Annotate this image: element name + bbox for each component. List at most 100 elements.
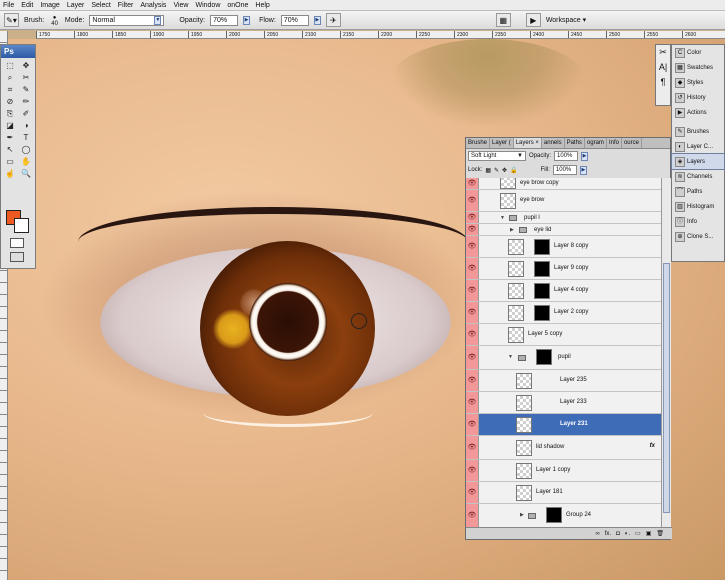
collapse-triangle-icon[interactable]: ▶ [510,224,514,236]
panel-tab[interactable]: Layers × [513,138,542,148]
tool-icon[interactable]: T [18,132,34,144]
visibility-eye-icon[interactable]: 👁 [466,280,479,301]
add-style-icon[interactable]: fx. [605,531,611,537]
tool-icon[interactable]: ▭ [2,156,18,168]
visibility-eye-icon[interactable]: 👁 [466,302,479,323]
brush-tool-preset-icon[interactable]: ✎▾ [4,13,19,27]
tools-icon[interactable]: ✂ [656,45,670,60]
panel-button-channels[interactable]: ≋ Channels [672,169,724,184]
tool-icon[interactable]: ⊘ [2,96,18,108]
file-browser-icon[interactable]: ▦ [495,13,511,27]
opacity-arrow-icon[interactable]: ▶ [243,15,251,25]
tool-icon[interactable]: ◑ [18,120,34,132]
panel-tab[interactable]: Layer ( [490,138,514,148]
mode-select[interactable]: Normal ▼ [89,14,165,26]
workspace-button[interactable]: Workspace ▾ [546,16,586,24]
menu-item-view[interactable]: View [173,0,188,11]
add-mask-icon[interactable]: ◘ [616,531,620,537]
link-layers-icon[interactable]: ∞ [595,531,599,537]
layer-opacity-input[interactable]: 100% [554,151,579,161]
menu-item-select[interactable]: Select [91,0,110,11]
lock-all-icon[interactable]: 🔒 [510,167,517,174]
visibility-eye-icon[interactable]: 👁 [466,482,479,503]
scrollbar-thumb[interactable] [663,263,670,513]
visibility-eye-icon[interactable]: 👁 [466,436,479,459]
brush-size-picker[interactable]: ● 40 [49,15,60,27]
group-row[interactable]: 👁 ▶ eye lid [466,224,661,236]
layer-effects-icon[interactable]: fx [650,436,655,457]
blend-mode-select[interactable]: Soft Light ▼ [468,151,526,161]
panel-tab[interactable]: Info [607,138,622,148]
tool-icon[interactable]: ✎ [18,84,34,96]
flow-input[interactable]: 70% [280,14,309,26]
layer-row[interactable]: 👁 Layer 235 [466,370,661,392]
visibility-eye-icon[interactable]: 👁 [466,460,479,481]
expand-triangle-icon[interactable]: ▼ [508,346,513,369]
panel-tab[interactable]: ource [622,138,642,148]
layer-opacity-arrow-icon[interactable]: ▶ [581,151,589,161]
menu-item-help[interactable]: Help [255,0,269,11]
layer-mask-thumbnail[interactable] [534,239,550,255]
group-row[interactable]: 👁 ▼ pupil [466,346,661,370]
group-mask-thumbnail[interactable] [546,507,562,523]
background-color-swatch[interactable] [14,218,29,233]
group-row[interactable]: 👁 ▼ pupil l [466,212,661,224]
visibility-eye-icon[interactable]: 👁 [466,346,479,369]
tool-icon[interactable]: ✒ [2,132,18,144]
visibility-eye-icon[interactable]: 👁 [466,504,479,527]
panel-button-styles[interactable]: ◆ Styles [672,75,724,90]
visibility-eye-icon[interactable]: 👁 [466,370,479,391]
character-icon[interactable]: A| [656,60,670,75]
adjustment-layer-icon[interactable]: ◐. [625,531,630,537]
layer-row[interactable]: 👁 eye brow copy [466,178,661,190]
bridge-icon[interactable]: ▶ [525,13,541,27]
menu-item-analysis[interactable]: Analysis [140,0,166,11]
tool-icon[interactable]: ◪ [2,120,18,132]
tool-icon[interactable]: ✂ [18,72,34,84]
panel-button-actions[interactable]: ▶ Actions [672,105,724,120]
lock-pixels-icon[interactable]: ✎ [494,167,499,174]
tool-icon[interactable]: ✥ [18,60,34,72]
layer-row[interactable]: 👁 Layer 1 copy [466,460,661,482]
layer-mask-thumbnail[interactable] [534,261,550,277]
layer-row[interactable]: 👁 Layer 233 [466,392,661,414]
layers-scrollbar[interactable] [661,178,671,528]
visibility-eye-icon[interactable]: 👁 [466,190,479,211]
tool-icon[interactable]: ⎘ [2,108,18,120]
menu-item-onone[interactable]: onOne [227,0,248,11]
panel-button-color[interactable]: C Color [672,45,724,60]
panel-button-history[interactable]: ↺ History [672,90,724,105]
panel-button-histogram[interactable]: ▥ Histogram [672,199,724,214]
group-mask-thumbnail[interactable] [536,349,552,365]
panel-tab[interactable]: Brushe [466,138,491,148]
collapse-triangle-icon[interactable]: ▶ [520,504,524,527]
flow-arrow-icon[interactable]: ▶ [313,15,321,25]
menu-item-image[interactable]: Image [40,0,59,11]
menu-item-edit[interactable]: Edit [21,0,33,11]
screen-mode-button[interactable] [10,252,24,262]
fill-input[interactable]: 100% [552,165,577,175]
visibility-eye-icon[interactable]: 👁 [466,414,479,435]
layer-row[interactable]: 👁 Layer 5 copy [466,324,661,346]
expand-triangle-icon[interactable]: ▼ [500,212,505,224]
visibility-eye-icon[interactable]: 👁 [466,212,479,223]
panel-button-clones[interactable]: ⊕ Clone S... [672,229,724,244]
airbrush-icon[interactable]: ✈ [325,13,341,27]
visibility-eye-icon[interactable]: 👁 [466,392,479,413]
fill-arrow-icon[interactable]: ▶ [579,165,587,175]
layer-row[interactable]: 👁 Layer 4 copy [466,280,661,302]
layer-row[interactable]: 👁 Layer 8 copy [466,236,661,258]
lock-transparency-icon[interactable]: ▦ [485,167,491,174]
layer-mask-thumbnail[interactable] [534,305,550,321]
tool-icon[interactable]: ◯ [18,144,34,156]
menu-item-layer[interactable]: Layer [67,0,85,11]
panel-button-swatches[interactable]: ▦ Swatches [672,60,724,75]
tool-icon[interactable]: ✐ [18,108,34,120]
layer-row[interactable]: 👁 eye brow [466,190,661,212]
panel-button-paths[interactable]: ⌒ Paths [672,184,724,199]
group-row[interactable]: 👁 ▶ Group 24 [466,504,661,528]
opacity-input[interactable]: 70% [210,14,239,26]
layer-row-selected[interactable]: 👁 Layer 231 [466,414,661,436]
tool-icon[interactable]: ☝ [2,168,18,180]
paragraph-icon[interactable]: ¶ [656,75,670,90]
